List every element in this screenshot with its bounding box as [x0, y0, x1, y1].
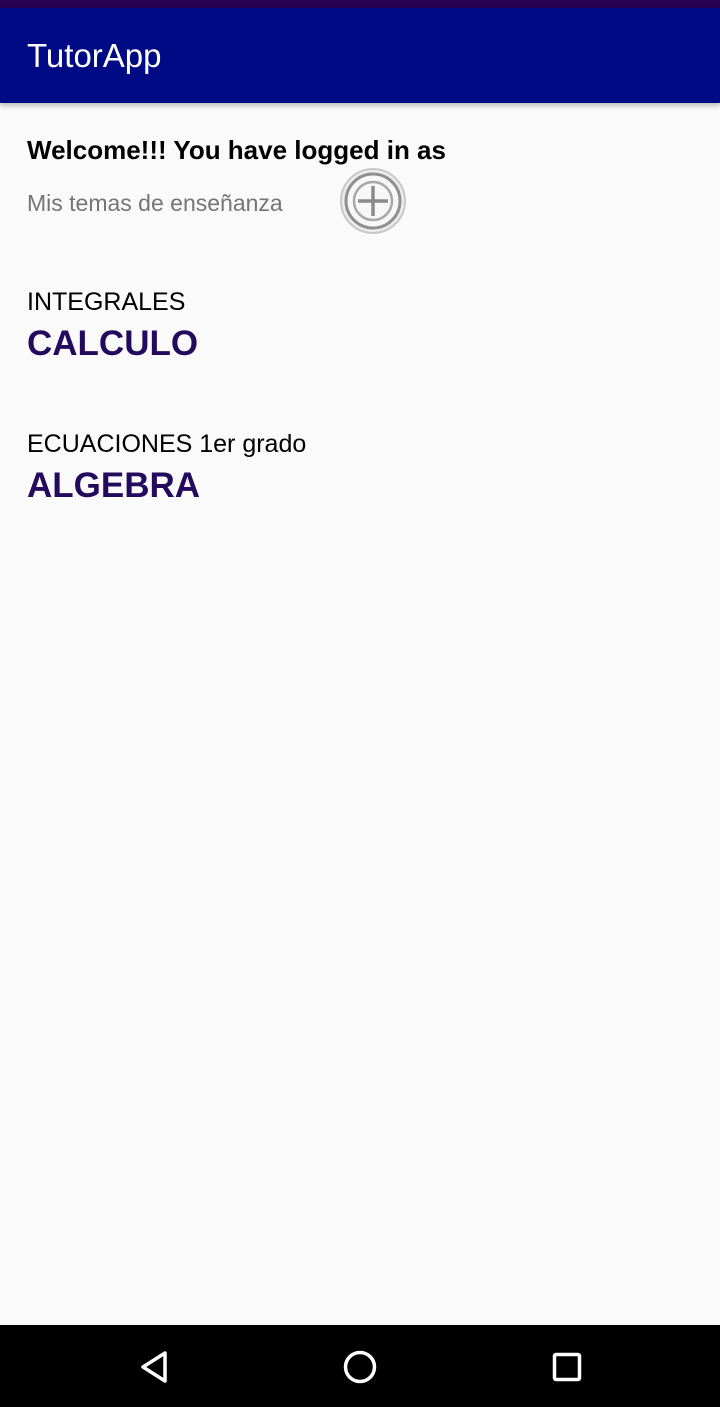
topic-subject: CALCULO — [27, 324, 199, 363]
topic-item[interactable]: ECUACIONES 1er grado ALGEBRA — [27, 428, 306, 508]
app-bar: TutorApp — [0, 8, 720, 103]
topic-item[interactable]: INTEGRALES CALCULO — [27, 286, 198, 366]
topic-name: ECUACIONES 1er grado — [27, 430, 307, 458]
app-title: TutorApp — [27, 37, 162, 74]
topic-subject: ALGEBRA — [27, 466, 201, 505]
recents-button[interactable] — [545, 1345, 589, 1389]
add-topic-button[interactable] — [338, 168, 408, 234]
back-triangle-icon — [141, 1351, 167, 1383]
add-circle-icon — [340, 168, 406, 234]
welcome-text: Welcome!!! You have logged in as — [27, 135, 446, 165]
system-nav-bar — [0, 1325, 720, 1407]
status-bar — [0, 0, 720, 8]
home-button[interactable] — [338, 1345, 382, 1389]
back-button[interactable] — [132, 1345, 176, 1389]
section-subtitle: Mis temas de enseñanza — [27, 190, 283, 216]
topic-name: INTEGRALES — [27, 288, 186, 316]
recents-square-icon — [552, 1352, 582, 1382]
home-circle-icon — [343, 1350, 377, 1384]
